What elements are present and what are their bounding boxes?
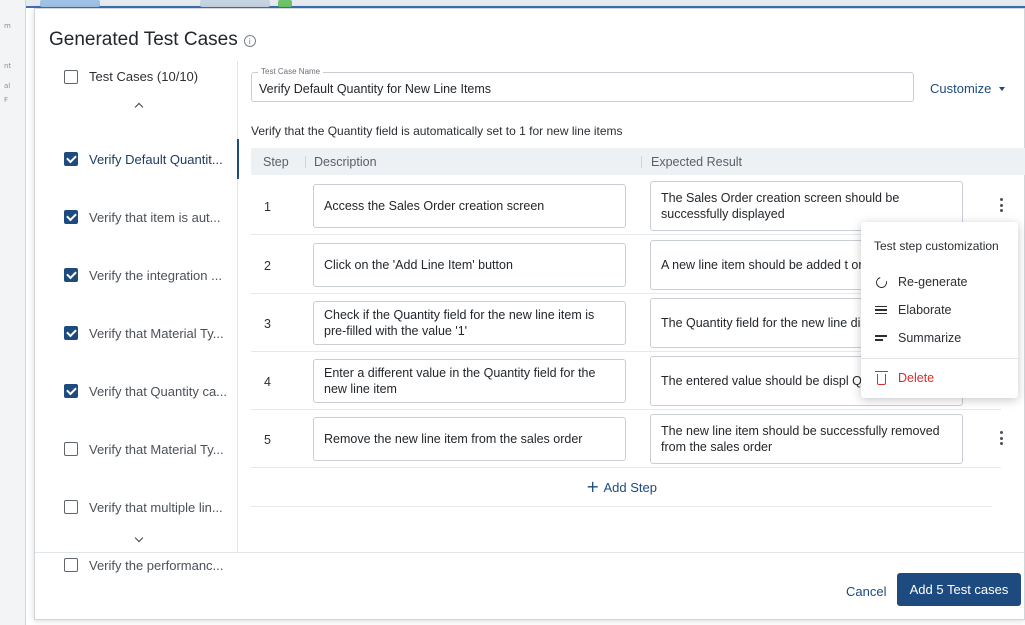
test-case-checkbox[interactable]: [64, 268, 78, 282]
step-expected-input[interactable]: The new line item should be successfully…: [650, 414, 963, 464]
dialog-footer: Cancel Add 5 Test cases: [35, 552, 1024, 620]
menu-item-label: Delete: [898, 371, 935, 385]
column-divider: [305, 156, 306, 168]
test-case-name-field[interactable]: Test Case Name Verify Default Quantity f…: [251, 67, 914, 102]
test-case-item[interactable]: Verify Default Quantit...: [35, 130, 239, 188]
menu-item-label: Re-generate: [898, 275, 968, 289]
background-tab: [200, 0, 270, 7]
dialog-title-row: Generated Test Cases i: [49, 29, 256, 51]
menu-item-label: Summarize: [898, 331, 962, 345]
add-test-cases-button[interactable]: Add 5 Test cases: [897, 573, 1021, 606]
customize-dropdown[interactable]: Customize: [930, 81, 1006, 96]
background-fragment: F: [4, 96, 9, 104]
step-more-icon[interactable]: [996, 196, 1006, 214]
add-step-label: Add Step: [603, 479, 657, 495]
test-case-checkbox[interactable]: [64, 500, 78, 514]
dialog-title: Generated Test Cases: [49, 29, 238, 50]
test-case-list-panel: Test Cases (10/10) Verify Default Quanti…: [35, 61, 239, 573]
menu-item-delete[interactable]: Delete: [874, 370, 935, 385]
regenerate-icon: [873, 274, 889, 290]
column-header-description: Description: [314, 155, 377, 169]
step-customization-menu: Test step customization Re-generate Elab…: [861, 222, 1018, 398]
steps-table-header: Step Description Expected Result: [251, 148, 1025, 175]
test-case-label: Verify that item is aut...: [89, 209, 221, 225]
step-description-input[interactable]: Check if the Quantity field for the new …: [313, 301, 626, 345]
test-case-checkbox[interactable]: [64, 442, 78, 456]
menu-item-summarize[interactable]: Summarize: [874, 331, 961, 345]
background-fragment: nt: [4, 62, 12, 70]
chevron-down-icon[interactable]: [133, 534, 145, 546]
step-number: 1: [264, 200, 271, 214]
menu-title: Test step customization: [874, 239, 999, 253]
caret-down-icon: [999, 86, 1006, 91]
test-case-item[interactable]: Verify that Quantity ca...: [35, 362, 238, 420]
test-case-item[interactable]: Verify that Material Ty...: [35, 420, 238, 478]
menu-item-regenerate[interactable]: Re-generate: [873, 274, 968, 290]
plus-icon: +: [586, 477, 600, 496]
elaborate-icon: [874, 303, 888, 317]
step-description-input[interactable]: Remove the new line item from the sales …: [313, 417, 626, 461]
step-number: 4: [264, 375, 271, 389]
cancel-button[interactable]: Cancel: [846, 584, 886, 599]
step-number: 3: [264, 317, 271, 331]
test-case-label: Verify Default Quantit...: [89, 151, 223, 167]
step-number: 5: [264, 433, 271, 447]
test-case-label: Verify that Quantity ca...: [89, 383, 228, 399]
trash-icon: [874, 370, 888, 385]
summarize-icon: [874, 331, 888, 345]
background-fragment: m: [4, 22, 11, 30]
test-case-item[interactable]: Verify that multiple lin...: [35, 478, 238, 536]
test-cases-count-label: Test Cases (10/10): [89, 69, 199, 84]
test-case-label: Verify the integration ...: [89, 267, 222, 283]
menu-item-label: Elaborate: [898, 303, 952, 317]
select-all-test-cases[interactable]: Test Cases (10/10): [64, 69, 198, 84]
chevron-up-icon[interactable]: [133, 99, 145, 111]
info-icon[interactable]: i: [243, 35, 256, 47]
test-case-item[interactable]: Verify that item is aut...: [35, 188, 238, 246]
test-case-checkbox[interactable]: [64, 152, 78, 166]
add-step-button[interactable]: + Add Step: [251, 468, 992, 507]
column-divider: [641, 156, 642, 168]
test-case-name-value: Verify Default Quantity for New Line Ite…: [259, 82, 492, 96]
test-case-label: Verify that multiple lin...: [89, 499, 223, 515]
select-all-checkbox[interactable]: [64, 69, 78, 84]
column-header-step: Step: [263, 155, 289, 169]
customize-label: Customize: [930, 81, 992, 96]
menu-divider: [861, 358, 1018, 359]
test-case-item[interactable]: Verify the integration ...: [35, 246, 238, 304]
test-case-checkbox[interactable]: [64, 326, 78, 340]
step-description-input[interactable]: Access the Sales Order creation screen: [313, 184, 626, 228]
step-description-input[interactable]: Click on the 'Add Line Item' button: [313, 243, 626, 287]
menu-item-elaborate[interactable]: Elaborate: [874, 303, 952, 317]
background-fragment: al: [4, 82, 11, 90]
test-case-label: Verify that Material Ty...: [89, 325, 224, 341]
background-tab: [278, 0, 292, 7]
test-case-checkbox[interactable]: [64, 384, 78, 398]
test-case-checkbox[interactable]: [64, 210, 78, 224]
background-tab: [40, 0, 100, 7]
test-case-label: Verify that Material Ty...: [89, 441, 224, 457]
step-row: 5 Remove the new line item from the sale…: [251, 410, 1003, 468]
test-case-objective: Verify that the Quantity field is automa…: [251, 124, 623, 138]
test-case-name-label: Test Case Name: [258, 67, 324, 76]
step-more-icon[interactable]: [996, 429, 1006, 447]
step-description-input[interactable]: Enter a different value in the Quantity …: [313, 359, 626, 403]
column-header-expected: Expected Result: [651, 155, 743, 169]
step-number: 2: [264, 259, 271, 273]
background-sidebar: m nt al F: [0, 0, 26, 625]
test-case-item[interactable]: Verify that Material Ty...: [35, 304, 238, 362]
background-toolbar: [0, 0, 1025, 8]
